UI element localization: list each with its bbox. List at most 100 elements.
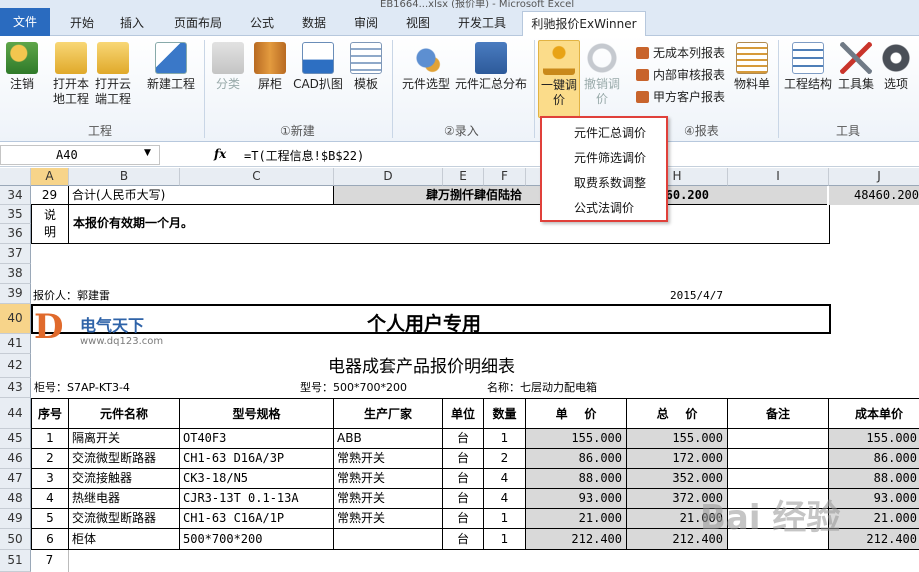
cell-component-name[interactable]: 隔离开关 xyxy=(69,429,180,449)
header-quantity[interactable]: 数量 xyxy=(484,398,526,429)
row-header[interactable]: 37 xyxy=(0,244,31,264)
cell-quantity[interactable]: 2 xyxy=(484,449,526,469)
cell-model-spec[interactable]: CK3-18/N5 xyxy=(180,469,334,489)
row-header[interactable]: 35 xyxy=(0,205,31,224)
row-header[interactable]: 40 xyxy=(0,304,31,334)
column-header-b[interactable]: B xyxy=(69,168,180,186)
cell-unit[interactable]: 台 xyxy=(443,469,484,489)
cell-index[interactable]: 6 xyxy=(31,529,69,550)
cell-model-spec[interactable]: CJR3-13T 0.1-13A xyxy=(180,489,334,509)
quoter[interactable]: 报价人：郭建雷 xyxy=(33,288,110,304)
cell-unit-price[interactable]: 212.400 xyxy=(526,529,627,550)
row-header[interactable]: 43 xyxy=(0,378,31,398)
cell-cost-price[interactable]: 88.000 xyxy=(829,469,919,489)
menu-item-summary-adjust[interactable]: 元件汇总调价 xyxy=(542,121,666,146)
header-unit-price[interactable]: 单 价 xyxy=(526,398,627,429)
cell-total-price[interactable]: 155.000 xyxy=(627,429,728,449)
cell-model-spec[interactable]: 500*700*200 xyxy=(180,529,334,550)
cell-manufacturer[interactable]: 常熟开关 xyxy=(334,509,443,529)
cell-index[interactable]: 2 xyxy=(31,449,69,469)
cell-model-spec[interactable]: CH1-63 D16A/3P xyxy=(180,449,334,469)
report-internal-button[interactable]: 内部审核报表 xyxy=(636,66,725,83)
cell-unit-price[interactable]: 21.000 xyxy=(526,509,627,529)
cell-quantity[interactable]: 4 xyxy=(484,469,526,489)
cell-cost-price[interactable]: 21.000 xyxy=(829,509,919,529)
toolset-button[interactable]: 工具集 xyxy=(836,42,876,92)
cell-index[interactable]: 3 xyxy=(31,469,69,489)
cell-unit[interactable]: 台 xyxy=(443,509,484,529)
row-header[interactable]: 50 xyxy=(0,529,31,550)
cell-component-name[interactable]: 热继电器 xyxy=(69,489,180,509)
tab-formulas[interactable]: 公式 xyxy=(242,11,282,36)
row-header[interactable]: 48 xyxy=(0,489,31,509)
column-header-e[interactable]: E xyxy=(443,168,484,186)
header-remark[interactable]: 备注 xyxy=(728,398,829,429)
tab-page-layout[interactable]: 页面布局 xyxy=(166,11,230,36)
tab-developer[interactable]: 开发工具 xyxy=(450,11,514,36)
row-header[interactable]: 38 xyxy=(0,264,31,284)
menu-item-filter-adjust[interactable]: 元件筛选调价 xyxy=(542,146,666,171)
row-header[interactable]: 36 xyxy=(0,224,31,244)
cell-cost-price[interactable]: 93.000 xyxy=(829,489,919,509)
component-summary-button[interactable]: 元件汇总分布 xyxy=(454,42,528,92)
header-cost-price[interactable]: 成本单价 xyxy=(829,398,919,429)
header-index[interactable]: 序号 xyxy=(31,398,69,429)
column-header-f[interactable]: F xyxy=(484,168,526,186)
cell-remark[interactable] xyxy=(728,429,829,449)
row-header[interactable]: 39 xyxy=(0,284,31,304)
options-button[interactable]: 选项 xyxy=(878,42,914,92)
cabinet-button[interactable]: 屏柜 xyxy=(252,42,288,92)
tab-insert[interactable]: 插入 xyxy=(112,11,152,36)
open-local-button[interactable]: 打开本地工程 xyxy=(52,42,90,107)
header-component-name[interactable]: 元件名称 xyxy=(69,398,180,429)
cell-unit[interactable]: 台 xyxy=(443,489,484,509)
select-component-button[interactable]: 元件选型 xyxy=(400,42,452,92)
new-project-button[interactable]: 新建工程 xyxy=(144,42,198,92)
cabinet-number[interactable]: 柜号：S7AP-KT3-4 xyxy=(34,379,130,397)
undo-adjust-button[interactable]: 撤销调价 xyxy=(584,42,620,107)
cell-quantity[interactable]: 1 xyxy=(484,509,526,529)
classify-button[interactable]: 分类 xyxy=(210,42,246,92)
column-header-a[interactable]: A xyxy=(31,168,69,186)
row-header[interactable]: 34 xyxy=(0,186,31,205)
cell-manufacturer[interactable] xyxy=(334,529,443,550)
report-title[interactable]: 电器成套产品报价明细表 xyxy=(328,356,515,378)
tab-file[interactable]: 文件 xyxy=(0,8,50,36)
select-all-corner[interactable] xyxy=(0,168,31,186)
header-unit[interactable]: 单位 xyxy=(443,398,484,429)
cell-j34[interactable]: 48460.200 xyxy=(829,186,919,205)
row-header[interactable]: 44 xyxy=(0,398,31,429)
cell-manufacturer[interactable]: 常熟开关 xyxy=(334,449,443,469)
cell-index[interactable]: 5 xyxy=(31,509,69,529)
column-header-d[interactable]: D xyxy=(334,168,443,186)
formula-input[interactable]: =T(工程信息!$B$22) xyxy=(244,147,364,164)
cell-unit[interactable]: 台 xyxy=(443,429,484,449)
header-model-spec[interactable]: 型号规格 xyxy=(180,398,334,429)
cell-manufacturer[interactable]: 常熟开关 xyxy=(334,469,443,489)
cell-unit[interactable]: 台 xyxy=(443,449,484,469)
cell-remark[interactable] xyxy=(728,469,829,489)
cad-button[interactable]: CAD扒图 xyxy=(292,42,344,92)
row-header[interactable]: 42 xyxy=(0,354,31,378)
cell-quantity[interactable]: 1 xyxy=(484,429,526,449)
header-manufacturer[interactable]: 生产厂家 xyxy=(334,398,443,429)
quote-date[interactable]: 2015/4/7 xyxy=(670,288,723,304)
tab-data[interactable]: 数据 xyxy=(294,11,334,36)
cell-b34[interactable]: 合计(人民币大写) xyxy=(69,186,334,205)
report-no-cost-button[interactable]: 无成本列报表 xyxy=(636,44,725,61)
cell-component-name[interactable]: 柜体 xyxy=(69,529,180,550)
tab-home[interactable]: 开始 xyxy=(62,11,102,36)
row-header[interactable]: 47 xyxy=(0,469,31,489)
cell-quantity[interactable]: 4 xyxy=(484,489,526,509)
menu-item-formula-adjust[interactable]: 公式法调价 xyxy=(542,196,666,221)
tab-view[interactable]: 视图 xyxy=(398,11,438,36)
cell-unit[interactable]: 台 xyxy=(443,529,484,550)
cell-a34[interactable]: 29 xyxy=(31,186,69,205)
cell-remark[interactable] xyxy=(728,449,829,469)
row-header[interactable]: 45 xyxy=(0,429,31,449)
fx-icon[interactable]: fx xyxy=(214,147,226,161)
row-header[interactable]: 49 xyxy=(0,509,31,529)
cell-total-price[interactable]: 352.000 xyxy=(627,469,728,489)
column-header-c[interactable]: C xyxy=(180,168,334,186)
chevron-down-icon[interactable]: ▼ xyxy=(144,148,151,158)
